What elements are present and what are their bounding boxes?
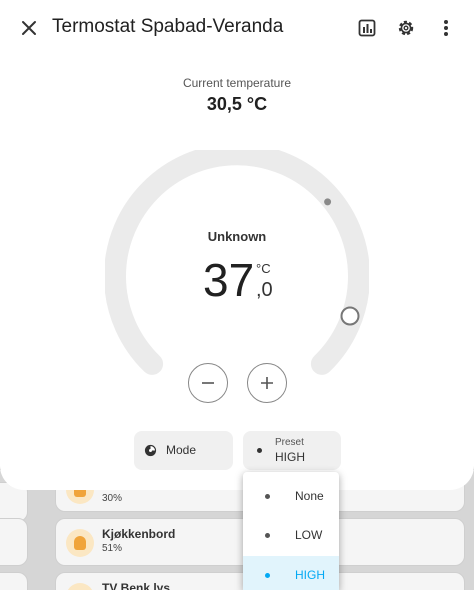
current-temperature-value: 30,5 °C — [206, 94, 268, 114]
option-dot-icon — [265, 533, 270, 538]
gear-icon — [398, 20, 414, 36]
decrease-temperature-button[interactable] — [188, 363, 228, 403]
settings-button[interactable] — [390, 12, 422, 44]
preset-option-low[interactable]: LOW — [243, 516, 339, 555]
option-dot-icon — [265, 573, 270, 578]
preset-option-high[interactable]: HIGH — [243, 556, 339, 590]
preset-dropdown-menu: None LOW HIGH — [243, 472, 339, 590]
chart-icon — [358, 19, 376, 37]
bulb-icon — [66, 583, 94, 590]
plus-icon — [261, 377, 273, 389]
preset-select[interactable]: Preset HIGH — [243, 431, 341, 470]
card-value: 51% — [102, 543, 123, 554]
card-name: TV Benk lys — [102, 581, 171, 590]
mode-button[interactable]: Mode — [134, 431, 233, 470]
current-temperature-marker — [324, 198, 332, 206]
target-temperature-integer: 37 — [203, 254, 255, 306]
option-label: LOW — [295, 528, 323, 542]
preset-label: Preset — [275, 437, 304, 448]
close-icon — [22, 21, 36, 35]
card-name: Kjøkkenbord — [102, 527, 176, 541]
thermostat-dialog: Termostat Spabad-Veranda Current tempera… — [0, 0, 474, 490]
thermostat-mode-icon — [144, 444, 157, 457]
target-temperature-handle[interactable] — [340, 306, 360, 326]
current-temperature-label: Current temperature — [182, 76, 292, 90]
dashboard-card-partial[interactable] — [0, 572, 28, 590]
preset-option-none[interactable]: None — [243, 477, 339, 516]
minus-icon — [202, 382, 214, 384]
more-vertical-icon — [444, 20, 448, 36]
option-dot-icon — [265, 494, 270, 499]
dialog-title: Termostat Spabad-Veranda — [52, 16, 284, 37]
mode-label: Mode — [166, 443, 197, 457]
target-temperature-unit: °C — [256, 261, 271, 276]
more-options-button[interactable] — [430, 12, 462, 44]
bulb-icon — [66, 529, 94, 557]
target-temperature-decimal: ,0 — [256, 279, 273, 301]
hvac-state: Unknown — [207, 229, 267, 244]
close-button[interactable] — [13, 12, 45, 44]
card-value: 30% — [102, 493, 123, 504]
option-label: HIGH — [295, 568, 325, 582]
preset-value: HIGH — [275, 450, 305, 464]
dashboard-card-partial[interactable] — [0, 518, 28, 566]
increase-temperature-button[interactable] — [247, 363, 287, 403]
dialog-header: Termostat Spabad-Veranda — [0, 0, 474, 56]
preset-dot-icon — [257, 448, 262, 453]
option-label: None — [295, 489, 324, 503]
history-button[interactable] — [351, 12, 383, 44]
